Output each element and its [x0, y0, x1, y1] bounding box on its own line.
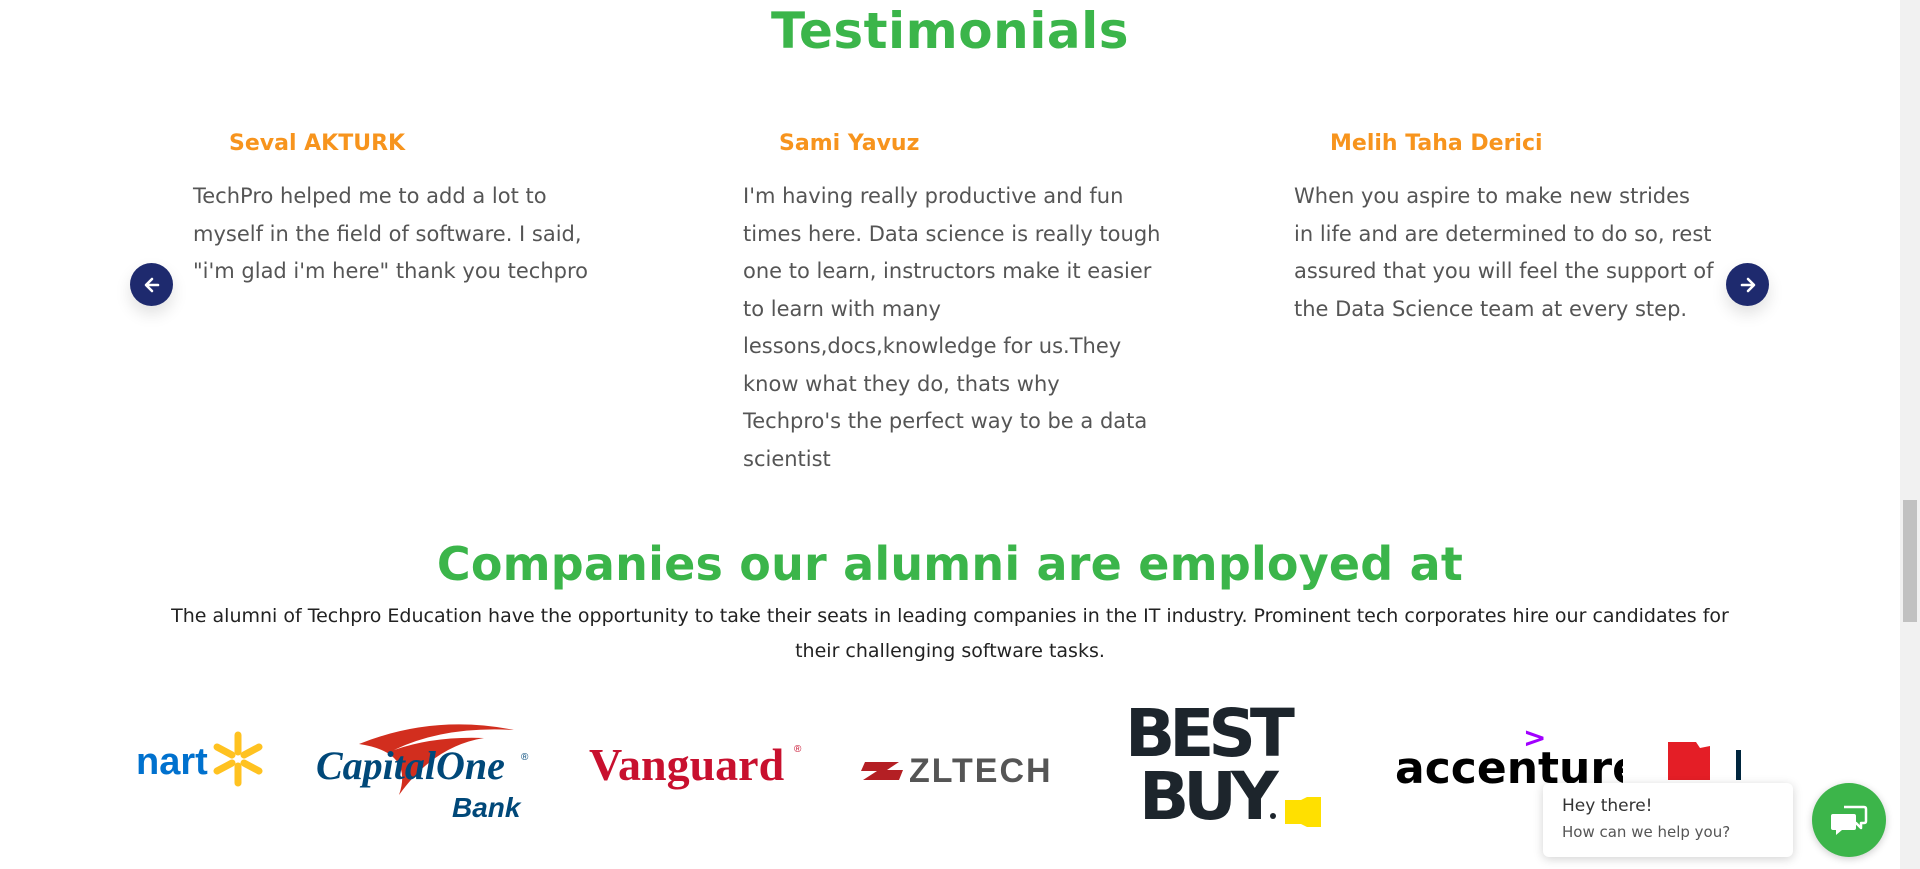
carousel-next-button[interactable]	[1726, 263, 1769, 306]
testimonials-title: Testimonials	[770, 2, 1129, 60]
testimonial-name: Sami Yavuz	[779, 131, 920, 156]
svg-text:BUY: BUY	[1139, 758, 1280, 835]
testimonial-text: I'm having really productive and fun tim…	[743, 184, 1161, 471]
chat-prompt: How can we help you?	[1562, 823, 1731, 841]
svg-text:®: ®	[794, 744, 802, 755]
chat-greeting: Hey there!	[1562, 796, 1653, 816]
chat-icon	[1831, 805, 1868, 835]
walmart-logo-text: nart	[138, 741, 208, 783]
page: Testimonials Seval AKTURK TechPro helped…	[0, 0, 1920, 869]
walmart-logo: nart	[138, 700, 273, 840]
capital-one-logo: CapitalOne ® Bank	[314, 700, 544, 840]
page-scrollbar[interactable]	[1900, 0, 1920, 869]
capital-one-text: CapitalOne	[316, 743, 505, 788]
arrow-right-icon	[1740, 277, 1755, 292]
testimonial-text: TechPro helped me to add a lot to myself…	[193, 184, 589, 283]
chat-launcher-button[interactable]	[1812, 783, 1886, 857]
testimonial-card: Melih Taha Derici When you aspire to mak…	[1294, 124, 1714, 328]
zltech-logo: ZLTECH	[859, 700, 1079, 840]
vanguard-logo: Vanguard ®	[587, 700, 807, 840]
zltech-text: ZLTECH	[909, 752, 1053, 790]
scrollbar-thumb[interactable]	[1903, 500, 1917, 622]
testimonial-card: Seval AKTURK TechPro helped me to add a …	[193, 124, 613, 291]
testimonial-name: Seval AKTURK	[229, 131, 406, 156]
companies-description: The alumni of Techpro Education have the…	[171, 605, 1729, 662]
testimonial-card: Sami Yavuz I'm having really productive …	[743, 124, 1163, 478]
arrow-left-icon	[144, 277, 159, 292]
carousel-prev-button[interactable]	[130, 263, 173, 306]
svg-text:®: ®	[521, 752, 529, 763]
companies-title: Companies our alumni are employed at	[436, 537, 1464, 591]
best-buy-logo: BEST BUY	[1125, 700, 1355, 840]
testimonial-text: When you aspire to make new strides in l…	[1294, 184, 1714, 321]
testimonial-name: Melih Taha Derici	[1330, 131, 1543, 156]
company-logos-carousel: nart CapitalOne ® Bank Vanguard ® ZLTECH…	[138, 700, 1766, 840]
chat-greeting-bubble[interactable]: Hey there! How can we help you?	[1543, 783, 1793, 857]
capital-one-bank-text: Bank	[452, 792, 522, 823]
vanguard-text: Vanguard	[589, 739, 785, 790]
